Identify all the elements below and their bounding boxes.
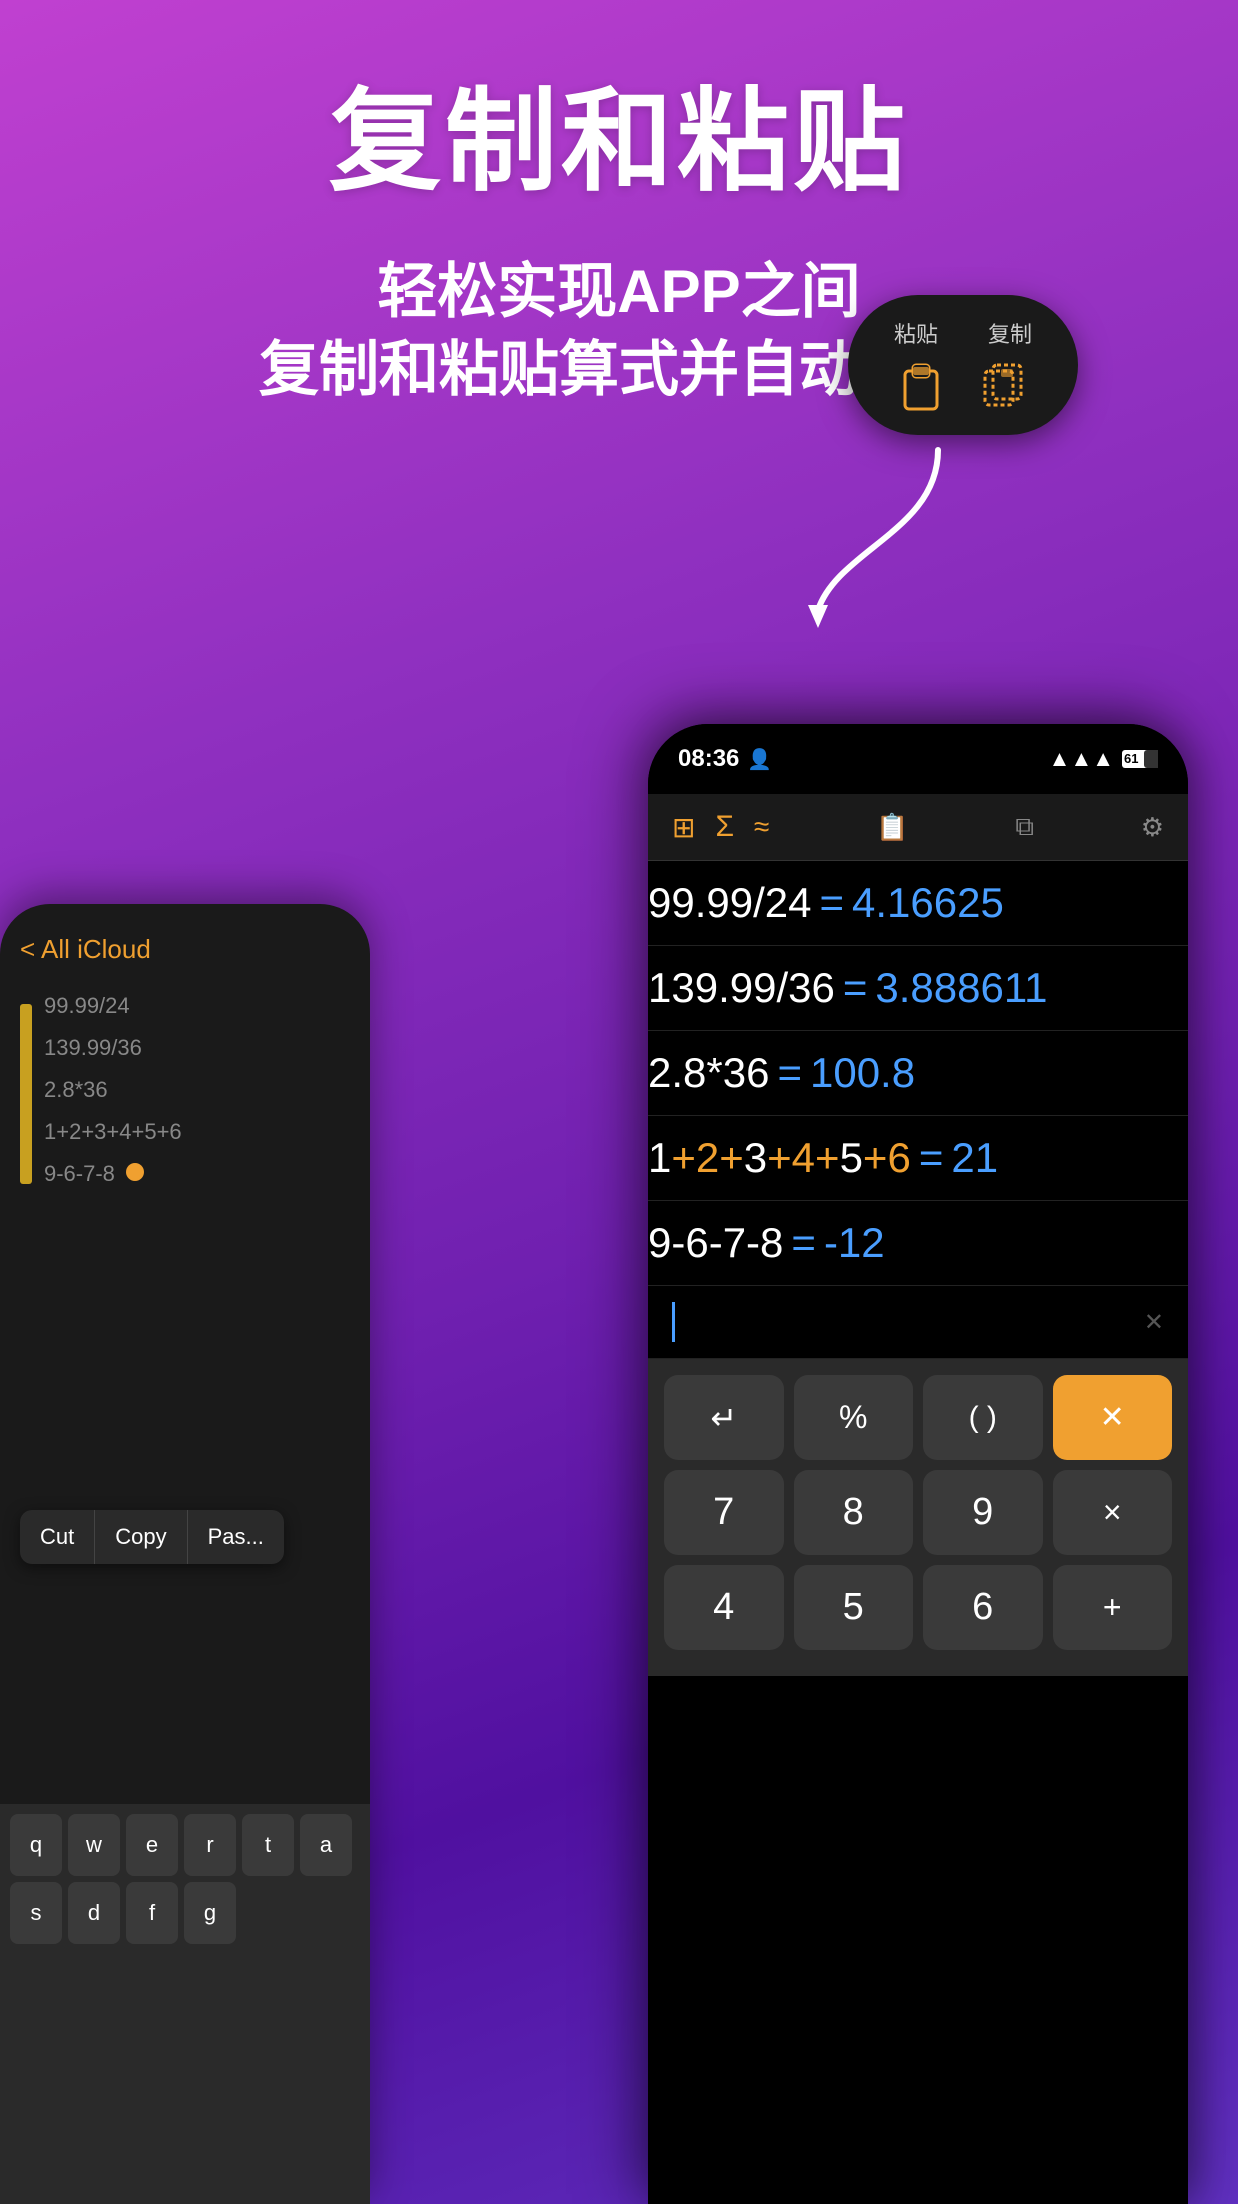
copy-icon[interactable]: [978, 359, 1033, 414]
equals-5: =: [791, 1219, 816, 1267]
result-2: 3.888611: [875, 964, 1047, 1012]
key-e[interactable]: e: [126, 1814, 178, 1876]
key-a[interactable]: a: [300, 1814, 352, 1876]
paste-label: 粘贴: [894, 317, 938, 349]
key-6[interactable]: 6: [923, 1565, 1043, 1650]
key-plus[interactable]: +: [1053, 1565, 1173, 1650]
key-s[interactable]: s: [10, 1882, 62, 1944]
key-5[interactable]: 5: [794, 1565, 914, 1650]
arrow-container: [798, 430, 958, 635]
all-icloud-label: < All iCloud: [20, 934, 151, 965]
calc-row-4: 1+2+3+4+5+6 = 21: [648, 1116, 1188, 1201]
dynamic-island: [853, 742, 983, 778]
phone-bg-keyboard: q w e r t a s d f g: [0, 1804, 370, 2204]
expr-4: 1+2+3+4+5+6: [648, 1134, 911, 1182]
result-5: -12: [824, 1219, 885, 1267]
key-backspace[interactable]: ✕: [1053, 1375, 1173, 1460]
battery-icon: 61: [1122, 750, 1158, 768]
key-r[interactable]: r: [184, 1814, 236, 1876]
list-item-1: 99.99/24: [44, 985, 350, 1027]
copy-button[interactable]: Copy: [95, 1510, 187, 1564]
key-enter[interactable]: ↵: [664, 1375, 784, 1460]
floating-menu-labels: 粘贴 复制: [894, 317, 1032, 349]
phone-bg-nav: < All iCloud: [20, 934, 350, 965]
key-g[interactable]: g: [184, 1882, 236, 1944]
equals-2: =: [843, 964, 868, 1012]
list-item-5: 9-6-7-8: [44, 1153, 350, 1195]
kb-row-2: 7 8 9 ×: [664, 1470, 1172, 1555]
equals-3: =: [777, 1049, 802, 1097]
list-item-3: 2.8*36: [44, 1069, 350, 1111]
toolbar-copy-icon[interactable]: ⧉: [1015, 811, 1034, 843]
calc-keyboard: ↵ % ( ) ✕ 7 8 9 × 4 5 6 +: [648, 1359, 1188, 1676]
toolbar-sigma-icon[interactable]: Σ: [715, 810, 734, 844]
key-d[interactable]: d: [68, 1882, 120, 1944]
key-4[interactable]: 4: [664, 1565, 784, 1650]
calc-row-2: 139.99/36 = 3.888611: [648, 946, 1188, 1031]
list-item-2: 139.99/36: [44, 1027, 350, 1069]
expr-2: 139.99/36: [648, 964, 835, 1012]
phone-main: 08:36 👤 ▲▲▲ 61 ⊞ Σ ≈ 📋 ⧉ ⚙ 99.99/2: [648, 724, 1188, 2204]
result-1: 4.16625: [852, 879, 1004, 927]
copy-label: 复制: [988, 317, 1032, 349]
phone-bg-content: < All iCloud 99.99/24 139.99/36 2.8*36 1…: [0, 904, 370, 1225]
calc-row-3: 2.8*36 = 100.8: [648, 1031, 1188, 1116]
calc-row-1: 99.99/24 = 4.16625: [648, 861, 1188, 946]
key-t[interactable]: t: [242, 1814, 294, 1876]
toolbar-gear-icon[interactable]: ⚙: [1141, 812, 1164, 843]
expr-1: 99.99/24: [648, 879, 812, 927]
equals-1: =: [820, 879, 845, 927]
toolbar-clipboard-icon[interactable]: 📋: [876, 812, 908, 843]
expr-5: 9-6-7-8: [648, 1219, 783, 1267]
kb-row-1: ↵ % ( ) ✕: [664, 1375, 1172, 1460]
paste-button[interactable]: Pas...: [188, 1510, 284, 1564]
toolbar-approx-icon[interactable]: ≈: [754, 811, 769, 843]
list-item-4: 1+2+3+4+5+6: [44, 1111, 350, 1153]
key-q[interactable]: q: [10, 1814, 62, 1876]
calc-row-5: 9-6-7-8 = -12: [648, 1201, 1188, 1286]
status-person-icon: 👤: [747, 747, 772, 772]
floating-menu: 粘贴 复制: [848, 295, 1078, 435]
clear-icon[interactable]: ✕: [1144, 1308, 1164, 1337]
key-8[interactable]: 8: [794, 1470, 914, 1555]
key-multiply[interactable]: ×: [1053, 1470, 1173, 1555]
key-f[interactable]: f: [126, 1882, 178, 1944]
calc-input-row[interactable]: ✕: [648, 1286, 1188, 1359]
text-cursor: [672, 1302, 675, 1342]
calc-display: 99.99/24 = 4.16625 139.99/36 = 3.888611 …: [648, 861, 1188, 1359]
key-9[interactable]: 9: [923, 1470, 1043, 1555]
cut-copy-paste-popup: Cut Copy Pas...: [20, 1510, 284, 1564]
equals-4: =: [919, 1134, 944, 1182]
cut-button[interactable]: Cut: [20, 1510, 95, 1564]
toolbar-grid-icon[interactable]: ⊞: [672, 811, 695, 844]
kb-row-3: 4 5 6 +: [664, 1565, 1172, 1650]
phone-bg: < All iCloud 99.99/24 139.99/36 2.8*36 1…: [0, 904, 370, 2204]
paste-icon[interactable]: [893, 359, 948, 414]
battery-pct: 61: [1124, 751, 1138, 766]
result-4: 21: [951, 1134, 998, 1182]
expr-3: 2.8*36: [648, 1049, 769, 1097]
wifi-icon: ▲▲▲: [1049, 746, 1114, 772]
status-bar: 08:36 👤 ▲▲▲ 61: [648, 724, 1188, 794]
phone-bg-list: 99.99/24 139.99/36 2.8*36 1+2+3+4+5+6 9-…: [44, 985, 350, 1195]
key-percent[interactable]: %: [794, 1375, 914, 1460]
result-3: 100.8: [810, 1049, 915, 1097]
key-7[interactable]: 7: [664, 1470, 784, 1555]
status-time: 08:36: [678, 745, 739, 773]
phones-area: < All iCloud 99.99/24 139.99/36 2.8*36 1…: [0, 684, 1238, 2204]
floating-menu-icons: [893, 359, 1033, 414]
key-parens[interactable]: ( ): [923, 1375, 1043, 1460]
key-w[interactable]: w: [68, 1814, 120, 1876]
main-title: 复制和粘贴: [0, 80, 1238, 203]
status-icons: ▲▲▲ 61: [1049, 746, 1158, 772]
app-toolbar: ⊞ Σ ≈ 📋 ⧉ ⚙: [648, 794, 1188, 861]
